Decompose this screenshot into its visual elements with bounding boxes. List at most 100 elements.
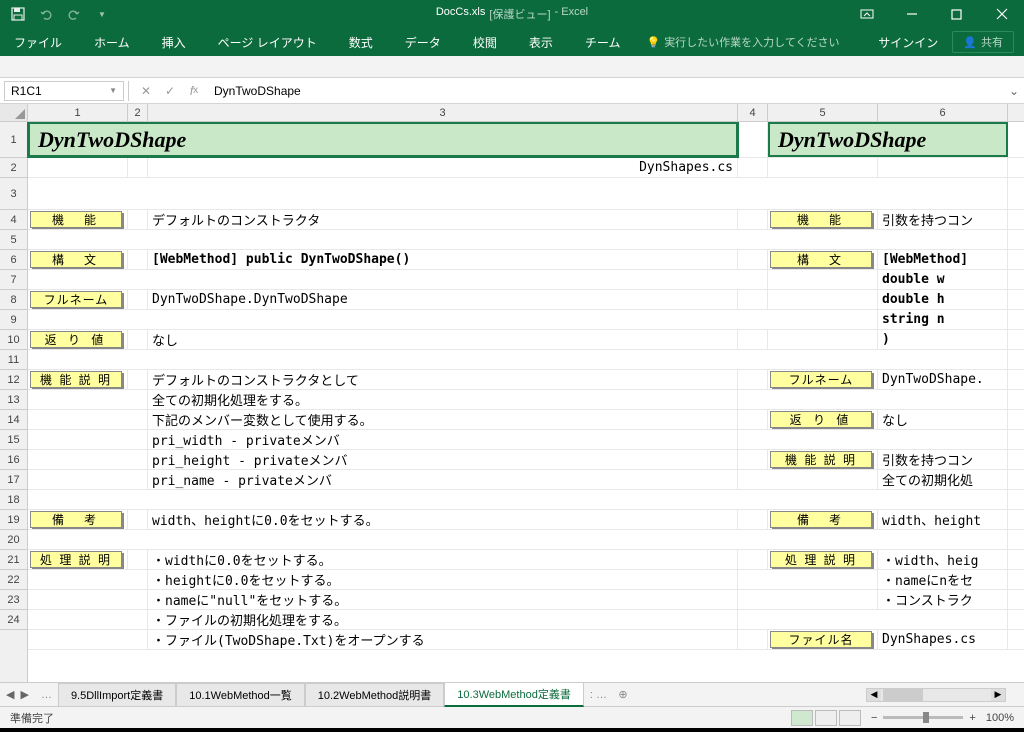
share-button[interactable]: 👤 共有 xyxy=(952,31,1014,53)
label-koubun[interactable]: 構 文 xyxy=(770,251,872,268)
row-header[interactable]: 20 xyxy=(0,530,27,550)
row-header[interactable]: 18 xyxy=(0,490,27,510)
row-header[interactable]: 1 xyxy=(0,122,27,158)
sheet-tab-active[interactable]: 10.3WebMethod定義書 xyxy=(444,682,584,707)
redo-icon[interactable] xyxy=(66,6,82,22)
tab-overflow-dots[interactable]: … xyxy=(35,689,58,701)
row-header[interactable]: 24 xyxy=(0,610,27,630)
save-icon[interactable] xyxy=(10,6,26,22)
cell-text[interactable]: ・heightに0.0をセットする。 xyxy=(148,570,738,589)
cell-text[interactable]: width、heightに0.0をセットする。 xyxy=(148,510,738,529)
row-header[interactable]: 11 xyxy=(0,350,27,370)
row-header[interactable]: 2 xyxy=(0,158,27,178)
cell-text[interactable]: DynShapes.cs xyxy=(148,158,738,177)
row-header[interactable]: 16 xyxy=(0,450,27,470)
row-header[interactable]: 13 xyxy=(0,390,27,410)
sheet-tab[interactable]: 10.1WebMethod一覧 xyxy=(176,683,305,706)
zoom-level[interactable]: 100% xyxy=(986,712,1014,724)
tab-data[interactable]: データ xyxy=(399,30,447,55)
row-header[interactable]: 23 xyxy=(0,590,27,610)
page-layout-view-button[interactable] xyxy=(815,710,837,726)
title-cell[interactable]: DynTwoDShape xyxy=(768,122,1008,157)
cell-text[interactable]: なし xyxy=(148,330,738,349)
tab-pagelayout[interactable]: ページ レイアウト xyxy=(212,30,323,55)
minimize-button[interactable] xyxy=(889,0,934,28)
cell-text[interactable]: [WebMethod] xyxy=(878,250,1008,269)
scroll-thumb[interactable] xyxy=(883,689,923,701)
label-bikou[interactable]: 備 考 xyxy=(30,511,122,528)
cell-text[interactable]: ) xyxy=(878,330,1008,349)
label-kinousetumei[interactable]: 機 能 説 明 xyxy=(770,451,872,468)
cell-text[interactable]: DynTwoDShape. xyxy=(878,370,1008,389)
label-kinousetumei[interactable]: 機 能 説 明 xyxy=(30,371,122,388)
cell-text[interactable]: ・コンストラク xyxy=(878,590,1008,609)
sheet-tab[interactable]: 10.2WebMethod説明書 xyxy=(305,683,445,706)
cell-text[interactable]: double w xyxy=(878,270,1008,289)
tab-insert[interactable]: 挿入 xyxy=(156,30,192,55)
cell-text[interactable]: width、height xyxy=(878,510,1008,529)
col-header[interactable]: 1 xyxy=(28,104,128,121)
tell-me-box[interactable]: 💡 実行したい作業を入力してください xyxy=(646,34,839,50)
row-header[interactable]: 8 xyxy=(0,290,27,310)
spreadsheet-grid[interactable]: 123456789101112131415161718192021222324 … xyxy=(0,122,1024,682)
label-kaerichi[interactable]: 返 り 値 xyxy=(30,331,122,348)
cell-text[interactable]: DynShapes.cs xyxy=(878,630,1008,649)
row-header[interactable]: 12 xyxy=(0,370,27,390)
cell-text[interactable]: pri_name - privateメンバ xyxy=(148,470,738,489)
label-filename[interactable]: ファイル名 xyxy=(770,631,872,648)
row-header[interactable]: 19 xyxy=(0,510,27,530)
col-header[interactable]: 2 xyxy=(128,104,148,121)
enter-icon[interactable]: ✓ xyxy=(158,81,182,101)
tab-review[interactable]: 校閲 xyxy=(467,30,503,55)
qat-dropdown-icon[interactable]: ▼ xyxy=(94,6,110,22)
cell-text[interactable]: DynTwoDShape.DynTwoDShape xyxy=(148,290,738,309)
row-header[interactable]: 3 xyxy=(0,178,27,210)
col-header[interactable]: 5 xyxy=(768,104,878,121)
maximize-button[interactable] xyxy=(934,0,979,28)
cell-text[interactable]: double h xyxy=(878,290,1008,309)
add-sheet-button[interactable]: ⊕ xyxy=(613,688,633,701)
chevron-down-icon[interactable]: ▼ xyxy=(109,86,117,95)
cell-text[interactable]: pri_height - privateメンバ xyxy=(148,450,738,469)
formula-input[interactable] xyxy=(206,84,1004,98)
tab-nav-prev-icon[interactable]: ◀ xyxy=(6,688,14,701)
expand-formula-icon[interactable]: ⌄ xyxy=(1004,84,1024,98)
label-bikou[interactable]: 備 考 xyxy=(770,511,872,528)
cell-text[interactable]: string n xyxy=(878,310,1008,329)
cell-text[interactable]: 引数を持つコン xyxy=(878,210,1008,229)
row-header[interactable]: 4 xyxy=(0,210,27,230)
label-shorisetumei[interactable]: 処 理 説 明 xyxy=(30,551,122,568)
tab-file[interactable]: ファイル xyxy=(8,30,68,55)
fx-icon[interactable]: fx xyxy=(182,81,206,101)
label-shorisetumei[interactable]: 処 理 説 明 xyxy=(770,551,872,568)
tab-nav-next-icon[interactable]: ▶ xyxy=(20,688,28,701)
cell-text[interactable]: 全ての初期化処 xyxy=(878,470,1008,489)
cell-text[interactable]: ・width、heig xyxy=(878,550,1008,569)
cell-text[interactable]: 全ての初期化処理をする。 xyxy=(148,390,738,409)
close-button[interactable] xyxy=(979,0,1024,28)
cell-text[interactable]: ・widthに0.0をセットする。 xyxy=(148,550,738,569)
tab-view[interactable]: 表示 xyxy=(523,30,559,55)
cell-text[interactable]: pri_width - privateメンバ xyxy=(148,430,738,449)
row-header[interactable]: 17 xyxy=(0,470,27,490)
cancel-icon[interactable]: ✕ xyxy=(134,81,158,101)
undo-icon[interactable] xyxy=(38,6,54,22)
row-header[interactable]: 10 xyxy=(0,330,27,350)
label-fullname[interactable]: フルネーム xyxy=(30,291,122,308)
scroll-right-icon[interactable]: ▶ xyxy=(991,689,1005,701)
signin-link[interactable]: サインイン xyxy=(878,34,938,51)
row-header[interactable]: 7 xyxy=(0,270,27,290)
normal-view-button[interactable] xyxy=(791,710,813,726)
ribbon-options-icon[interactable] xyxy=(844,0,889,28)
cells[interactable]: DynTwoDShape DynTwoDShape DynShapes.cs 機… xyxy=(28,122,1024,682)
cell-text[interactable]: 下記のメンバー変数として使用する。 xyxy=(148,410,738,429)
row-header[interactable]: 22 xyxy=(0,570,27,590)
col-header[interactable]: 3 xyxy=(148,104,738,121)
row-header[interactable]: 6 xyxy=(0,250,27,270)
tab-formulas[interactable]: 数式 xyxy=(343,30,379,55)
cell-text[interactable]: デフォルトのコンストラクタとして xyxy=(148,370,738,389)
row-header[interactable]: 9 xyxy=(0,310,27,330)
tab-team[interactable]: チーム xyxy=(579,30,627,55)
name-box[interactable]: R1C1 ▼ xyxy=(4,81,124,101)
cell-text[interactable]: ・ファイルの初期化処理をする。 xyxy=(148,610,738,629)
